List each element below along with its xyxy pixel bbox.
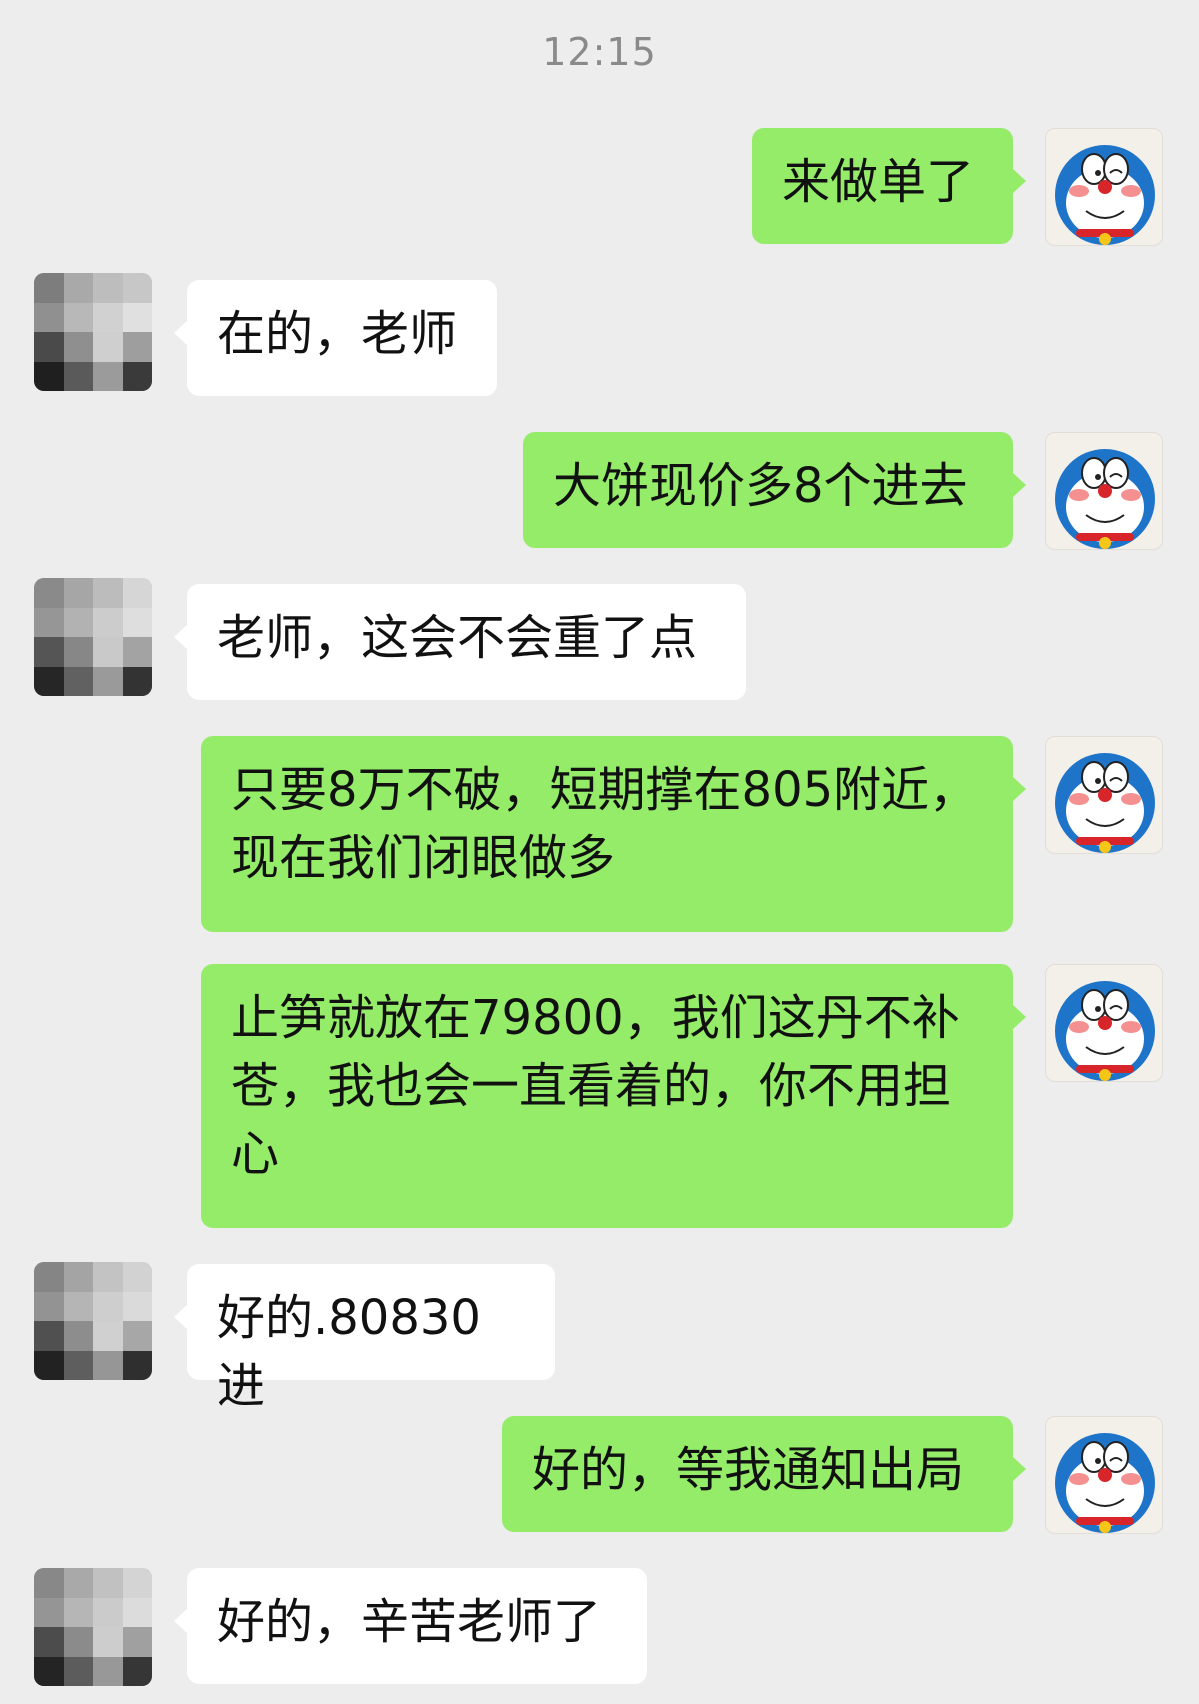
my-avatar[interactable]: [1045, 736, 1163, 854]
my-avatar[interactable]: [1045, 432, 1163, 550]
chat-timestamp: 12:15: [542, 30, 657, 74]
incoming-message-bubble[interactable]: 好的.80830进: [174, 1264, 555, 1414]
cartoon-cat-avatar-icon: [1055, 145, 1155, 245]
incoming-message-bubble[interactable]: 老师，这会不会重了点: [174, 584, 746, 700]
incoming-message-bubble[interactable]: 好的，辛苦老师了: [174, 1568, 647, 1684]
contact-avatar[interactable]: [34, 273, 152, 391]
outgoing-message-bubble[interactable]: 只要8万不破，短期撑在805附近，现在我们闭眼做多: [201, 736, 1026, 932]
outgoing-message-bubble[interactable]: 好的，等我通知出局: [502, 1416, 1026, 1532]
contact-avatar[interactable]: [34, 578, 152, 696]
contact-avatar[interactable]: [34, 1568, 152, 1686]
cartoon-cat-avatar-icon: [1055, 753, 1155, 853]
my-avatar[interactable]: [1045, 128, 1163, 246]
my-avatar[interactable]: [1045, 964, 1163, 1082]
incoming-message-bubble[interactable]: 在的，老师: [174, 280, 497, 396]
outgoing-message-bubble[interactable]: 止笋就放在79800，我们这丹不补苍，我也会一直看着的，你不用担心: [201, 964, 1026, 1228]
outgoing-message-bubble[interactable]: 来做单了: [752, 128, 1026, 244]
outgoing-message-bubble[interactable]: 大饼现价多8个进去: [523, 432, 1026, 548]
cartoon-cat-avatar-icon: [1055, 449, 1155, 549]
my-avatar[interactable]: [1045, 1416, 1163, 1534]
contact-avatar[interactable]: [34, 1262, 152, 1380]
cartoon-cat-avatar-icon: [1055, 981, 1155, 1081]
cartoon-cat-avatar-icon: [1055, 1433, 1155, 1533]
